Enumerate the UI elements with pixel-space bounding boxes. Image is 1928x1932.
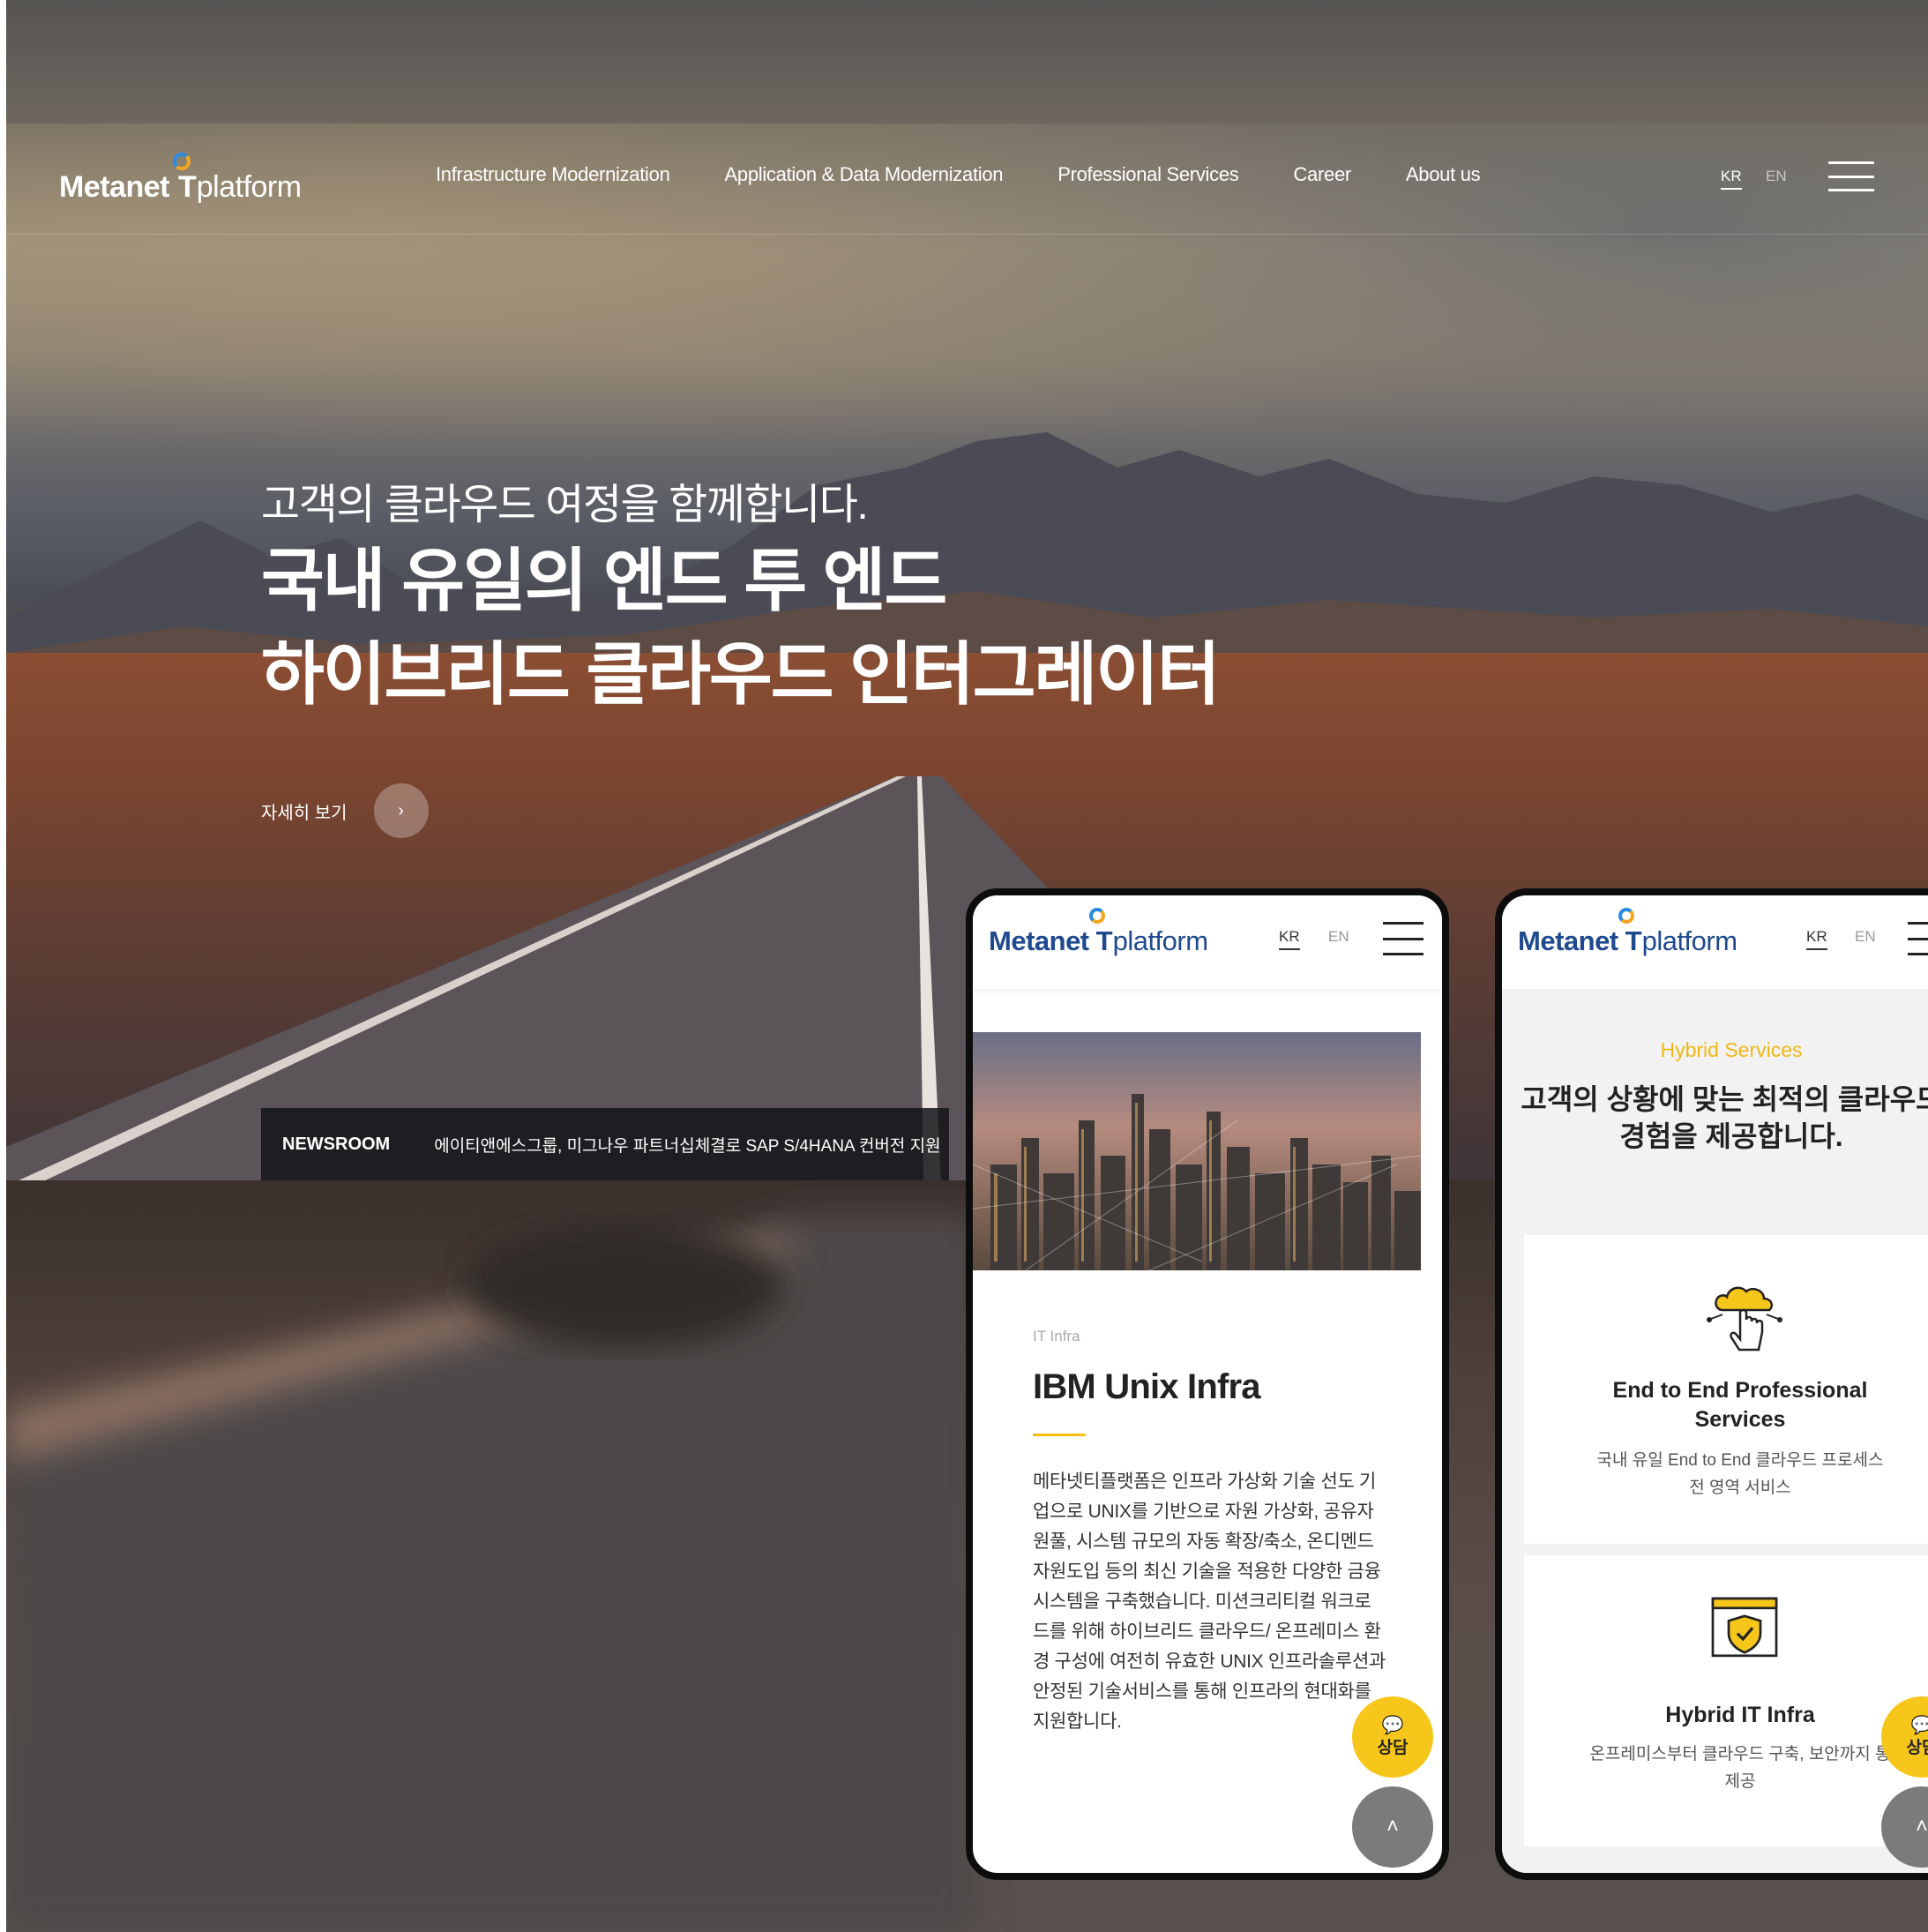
logo-swirl-icon xyxy=(172,153,191,170)
mobile-lang-en[interactable]: EN xyxy=(1328,928,1349,946)
service-card-professional[interactable]: End to End Professional Services 국내 유일 E… xyxy=(1524,1235,1928,1544)
hero-title-line2: 하이브리드 클라우드 인터그레이터 xyxy=(261,635,1221,713)
title-underline xyxy=(1033,1434,1086,1436)
page: Metanet T platform Infrastructure Modern… xyxy=(0,0,1928,1932)
nav-career[interactable]: Career xyxy=(1293,163,1351,186)
lang-en-link[interactable]: EN xyxy=(1766,168,1787,185)
hero-subtitle: 고객의 클라우드 여정을 함께합니다. xyxy=(261,482,869,528)
main-nav: Infrastructure Modernization Application… xyxy=(436,163,1535,186)
mobile-lang-kr[interactable]: KR xyxy=(1279,928,1300,950)
shield-check-icon xyxy=(1711,1597,1778,1658)
hero-title-line1: 국내 유일의 엔드 투 엔드 xyxy=(261,542,947,619)
chevron-up-icon: ˄ xyxy=(1386,1815,1399,1838)
mobile-logo[interactable]: Metanet T platform xyxy=(1518,908,1737,957)
mobile-header: Metanet T platform KR EN xyxy=(973,895,1442,989)
card-description: 온프레미스부터 클라우드 구축, 보안까지 통 제공 xyxy=(1589,1745,1891,1791)
site-header: Metanet T platform Infrastructure Modern… xyxy=(6,124,1928,235)
top-backdrop xyxy=(6,0,1928,124)
mobile-category-tag: IT Infra xyxy=(1033,1328,1080,1344)
mobile-menu-icon[interactable] xyxy=(1383,922,1424,955)
nav-professional-services[interactable]: Professional Services xyxy=(1057,163,1239,186)
nav-about-us[interactable]: About us xyxy=(1406,163,1481,186)
logo-swirl-icon xyxy=(1088,908,1105,924)
menu-icon[interactable] xyxy=(1828,161,1874,191)
chat-bubble-icon: 💬 xyxy=(1911,1717,1928,1734)
service-card-hybrid-it-infra[interactable]: Hybrid IT Infra 온프레미스부터 클라우드 구축, 보안까지 통 … xyxy=(1524,1555,1928,1846)
card-title: Hybrid IT Infra xyxy=(1665,1703,1815,1727)
section-eyebrow: Hybrid Services xyxy=(1660,1038,1803,1061)
site-logo[interactable]: Metanet T platform xyxy=(59,153,302,205)
mobile-lang-en[interactable]: EN xyxy=(1855,928,1876,946)
mobile-logo[interactable]: Metanet T platform xyxy=(989,908,1208,957)
nav-infrastructure-modernization[interactable]: Infrastructure Modernization xyxy=(436,163,670,186)
mobile-description: 메타넷티플랫폼은 인프라 가상화 기술 선도 기업으로 UNIX를 기반으로 자… xyxy=(1033,1471,1386,1732)
section-heading: 고객의 상황에 맞는 최적의 클라우드 경험을 제공합니다. xyxy=(1521,1083,1928,1152)
logo-swirl-icon xyxy=(1618,908,1634,924)
logo-t: T xyxy=(172,153,197,205)
more-label: 자세히 보기 xyxy=(261,803,347,823)
newsroom-headline[interactable]: 에이티앤에스그룹, 미그나우 파트너십체결로 SAP S/4HANA 컨버전 지… xyxy=(434,1133,940,1157)
mobile-lang-kr[interactable]: KR xyxy=(1806,928,1827,950)
hero-title: 국내 유일의 엔드 투 엔드 하이브리드 클라우드 인터그레이터 xyxy=(261,534,1221,721)
more-link[interactable]: 자세히 보기 › xyxy=(261,783,429,838)
chat-bubble-icon: 💬 xyxy=(1381,1715,1404,1735)
mobile-page-title: IBM Unix Infra xyxy=(1033,1367,1261,1406)
newsroom-bar[interactable]: NEWSROOM 에이티앤에스그룹, 미그나우 파트너십체결로 SAP S/4H… xyxy=(261,1108,949,1180)
mobile-header: Metanet T platform KR EN xyxy=(1502,895,1928,989)
card-description: 국내 유일 End to End 클라우드 프로세스 전 영역 서비스 xyxy=(1596,1451,1884,1497)
city-skyline-graphic xyxy=(973,1032,1421,1270)
nav-application-data-modernization[interactable]: Application & Data Modernization xyxy=(725,163,1004,186)
cloud-hand-icon xyxy=(1707,1286,1782,1352)
city-skyline-image xyxy=(973,1032,1421,1270)
chat-consult-button[interactable]: 💬 상담 xyxy=(1352,1696,1433,1778)
lang-kr-link[interactable]: KR xyxy=(1721,168,1742,190)
scroll-top-button[interactable]: ˄ xyxy=(1352,1786,1433,1868)
logo-platform: platform xyxy=(196,170,302,204)
chevron-right-icon[interactable]: › xyxy=(373,783,429,838)
chevron-up-icon: ˄ xyxy=(1915,1815,1928,1838)
logo-metanet: Metanet xyxy=(59,170,169,204)
card-title: End to End Professional Services xyxy=(1612,1378,1868,1432)
mobile-mockup-it-infra: Metanet T platform KR EN IT Infra IBM Un… xyxy=(966,888,1449,1880)
mobile-menu-icon[interactable] xyxy=(1908,922,1928,955)
left-edge xyxy=(0,0,6,1932)
mobile-mockup-hybrid-services: Metanet T platform KR EN Hybrid Services… xyxy=(1495,888,1928,1880)
newsroom-label: NEWSROOM xyxy=(282,1134,391,1154)
